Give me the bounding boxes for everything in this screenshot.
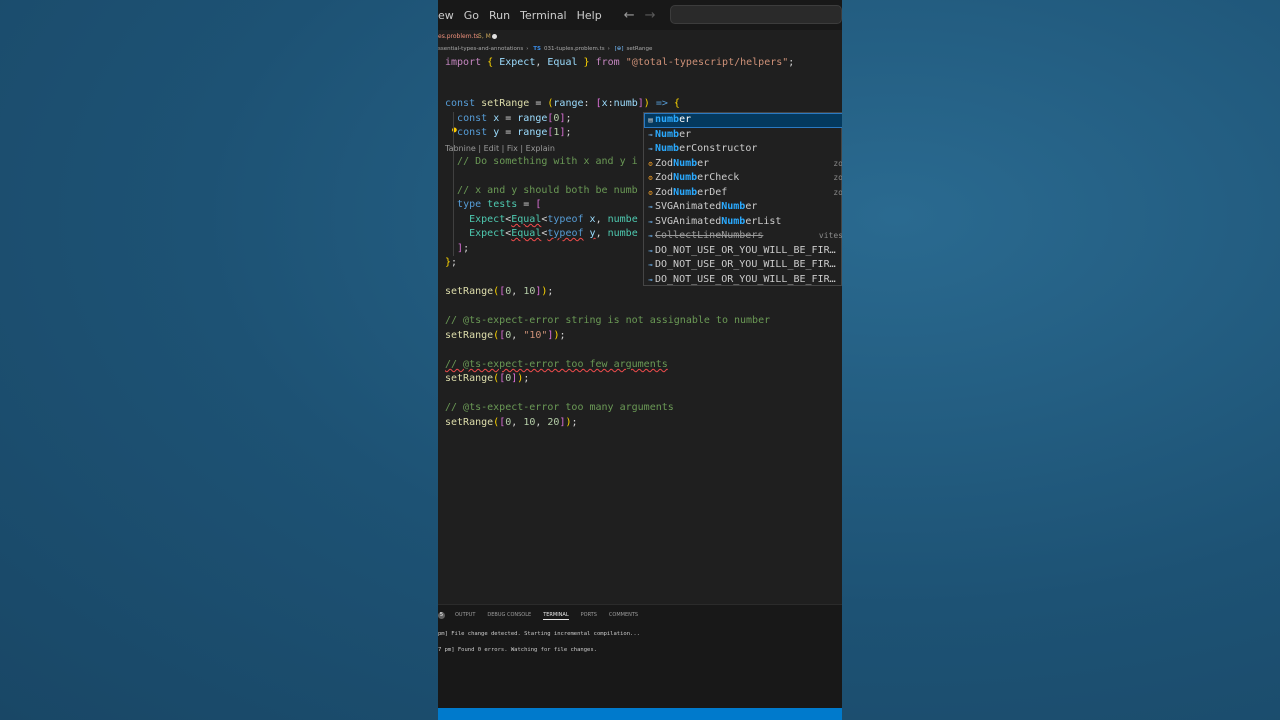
menu-go[interactable]: Go bbox=[464, 9, 479, 22]
arrow-left-icon[interactable]: ← bbox=[624, 8, 635, 23]
code-line: type tests = [ bbox=[457, 199, 542, 210]
codelens-tabnine[interactable]: Tabnine | Edit | Fix | Explain bbox=[445, 144, 555, 153]
suggest-item[interactable]: ⊸ NumberConstructor bbox=[644, 142, 842, 157]
suggest-label: ZodNumberDef bbox=[655, 186, 728, 198]
code-line: // @ts-expect-error too few arguments bbox=[445, 359, 668, 370]
interface-icon: ⊸ bbox=[648, 246, 653, 255]
suggest-label: DO_NOT_USE_OR_YOU_WILL_BE_FIR… bbox=[655, 259, 836, 270]
menu-run[interactable]: Run bbox=[489, 9, 510, 22]
code-line: Expect<Equal<typeof x, numbe bbox=[469, 214, 638, 225]
suggest-label: ZodNumber bbox=[655, 157, 710, 169]
breadcrumb-file[interactable]: 031-tuples.problem.ts bbox=[544, 46, 605, 52]
indent-guide bbox=[453, 112, 454, 256]
unsaved-dot-icon[interactable] bbox=[492, 34, 497, 39]
suggest-label: DO_NOT_USE_OR_YOU_WILL_BE_FIR… bbox=[655, 244, 836, 256]
suggest-item[interactable]: ⚙ ZodNumberCheck zo bbox=[644, 171, 842, 186]
menu-help[interactable]: Help bbox=[577, 9, 602, 22]
command-center-search[interactable] bbox=[670, 5, 842, 24]
code-line: setRange([0]); bbox=[445, 373, 530, 384]
suggest-label: Number bbox=[655, 128, 692, 140]
suggest-label: NumberConstructor bbox=[655, 143, 758, 154]
suggest-label: DO_NOT_USE_OR_YOU_WILL_BE_FIR… bbox=[655, 273, 836, 285]
suggest-item[interactable]: ⊸ DO_NOT_USE_OR_YOU_WILL_BE_FIR… bbox=[644, 273, 842, 288]
terminal-line: pm] File change detected. Starting incre… bbox=[438, 631, 640, 637]
tab-debug-console[interactable]: DEBUG CONSOLE bbox=[487, 612, 531, 618]
variable-icon: ⊸ bbox=[648, 232, 653, 240]
bottom-panel: 5 OUTPUT DEBUG CONSOLE TERMINAL PORTS COMMENT… bbox=[438, 604, 842, 709]
code-line-1: import { Expect, Equal } from "@total-ty… bbox=[445, 57, 795, 68]
suggest-item[interactable]: ⚙ ZodNumber zo bbox=[644, 157, 842, 172]
problems-count-badge[interactable]: 5 bbox=[438, 612, 445, 619]
suggest-label: number bbox=[655, 114, 692, 125]
suggest-item[interactable]: ⊸ SVGAnimatedNumber bbox=[644, 200, 842, 215]
suggest-detail: vites bbox=[818, 231, 842, 240]
variable-icon: ⊸ bbox=[648, 203, 653, 211]
code-line: setRange([0, "10"]); bbox=[445, 330, 566, 341]
breadcrumb-folder[interactable]: ssential-types-and-annotations bbox=[438, 46, 523, 52]
tab-output[interactable]: OUTPUT bbox=[455, 612, 475, 618]
interface-icon: ⊸ bbox=[648, 261, 653, 269]
tab-terminal[interactable]: TERMINAL bbox=[543, 612, 569, 620]
menu-bar: ew Go Run Terminal Help ← → bbox=[438, 0, 842, 30]
code-line: // @ts-expect-error string is not assign… bbox=[445, 315, 771, 326]
editor-tab[interactable]: es.problem.ts 5, M bbox=[438, 30, 842, 44]
interface-icon: ⊸ bbox=[648, 275, 653, 284]
arrow-right-icon[interactable]: → bbox=[645, 8, 656, 23]
menu-terminal[interactable]: Terminal bbox=[520, 9, 567, 22]
tab-ports[interactable]: PORTS bbox=[581, 612, 597, 618]
suggest-item[interactable]: ▤ number bbox=[644, 113, 842, 128]
breadcrumb-symbol[interactable]: setRange bbox=[626, 46, 652, 52]
suggest-item[interactable]: ⊸ DO_NOT_USE_OR_YOU_WILL_BE_FIR… bbox=[644, 258, 842, 273]
code-line: // @ts-expect-error too many arguments bbox=[445, 402, 674, 413]
variable-icon: ⊸ bbox=[648, 130, 653, 139]
variable-icon: ⊸ bbox=[648, 217, 653, 226]
terminal-line: 7 pm] Found 0 errors. Watching for file … bbox=[438, 647, 597, 653]
breadcrumb: ssential-types-and-annotations › TS 031-tu… bbox=[438, 46, 842, 56]
suggest-label: SVGAnimatedNumber bbox=[655, 201, 758, 212]
suggest-detail: zo bbox=[833, 173, 842, 182]
tab-filename: es.problem.ts bbox=[438, 33, 479, 40]
suggest-detail: zo bbox=[833, 158, 842, 168]
class-icon: ⚙ bbox=[648, 188, 653, 197]
code-line: // x and y should both be numb bbox=[457, 185, 638, 196]
suggest-item[interactable]: ⊸ Number bbox=[644, 128, 842, 143]
class-icon: ⚙ bbox=[648, 174, 653, 182]
panel-tabs: 5 OUTPUT DEBUG CONSOLE TERMINAL PORTS COMMENT… bbox=[438, 612, 650, 620]
status-bar bbox=[438, 708, 842, 720]
chevron-right-icon: › bbox=[526, 46, 529, 52]
chevron-right-icon: › bbox=[607, 46, 610, 52]
symbol-variable-icon: [⊕] bbox=[614, 46, 624, 52]
typescript-file-icon: TS bbox=[533, 46, 541, 52]
suggest-item[interactable]: ⊸ DO_NOT_USE_OR_YOU_WILL_BE_FIR… bbox=[644, 244, 842, 259]
suggest-label: CollectLineNumbers bbox=[655, 230, 764, 241]
menu-view[interactable]: ew bbox=[438, 9, 454, 22]
code-line: const y = range[1]; bbox=[457, 127, 572, 138]
code-line: const x = range[0]; bbox=[457, 113, 572, 124]
suggest-label: SVGAnimatedNumberList bbox=[655, 215, 782, 227]
interface-icon: ⊸ bbox=[648, 145, 653, 153]
suggest-detail: zo bbox=[833, 187, 842, 197]
suggest-label: ZodNumberCheck bbox=[655, 172, 740, 183]
code-line: ]; bbox=[457, 243, 470, 254]
tab-comments[interactable]: COMMENTS bbox=[609, 612, 638, 618]
keyword-icon: ▤ bbox=[648, 116, 653, 124]
code-line: setRange([0, 10]); bbox=[445, 286, 554, 297]
code-line: }; bbox=[445, 257, 458, 268]
code-line-setrange: const setRange = (range: [x:numb]) => { bbox=[445, 98, 680, 109]
code-line: // Do something with x and y i bbox=[457, 156, 638, 167]
code-line: Expect<Equal<typeof y, numbe bbox=[469, 228, 638, 239]
suggest-item[interactable]: ⊸ CollectLineNumbers vites bbox=[644, 229, 842, 244]
suggest-item[interactable]: ⊸ SVGAnimatedNumberList bbox=[644, 215, 842, 230]
class-icon: ⚙ bbox=[648, 159, 653, 168]
suggest-item[interactable]: ⚙ ZodNumberDef zo bbox=[644, 186, 842, 201]
code-line: setRange([0, 10, 20]); bbox=[445, 417, 578, 428]
suggest-widget: ▤ number ⊸ Number ⊸ NumberConstructor ⚙ … bbox=[643, 112, 842, 286]
tab-status: 5, M bbox=[478, 33, 491, 40]
vscode-window: ew Go Run Terminal Help ← → es.problem.t… bbox=[438, 0, 842, 720]
